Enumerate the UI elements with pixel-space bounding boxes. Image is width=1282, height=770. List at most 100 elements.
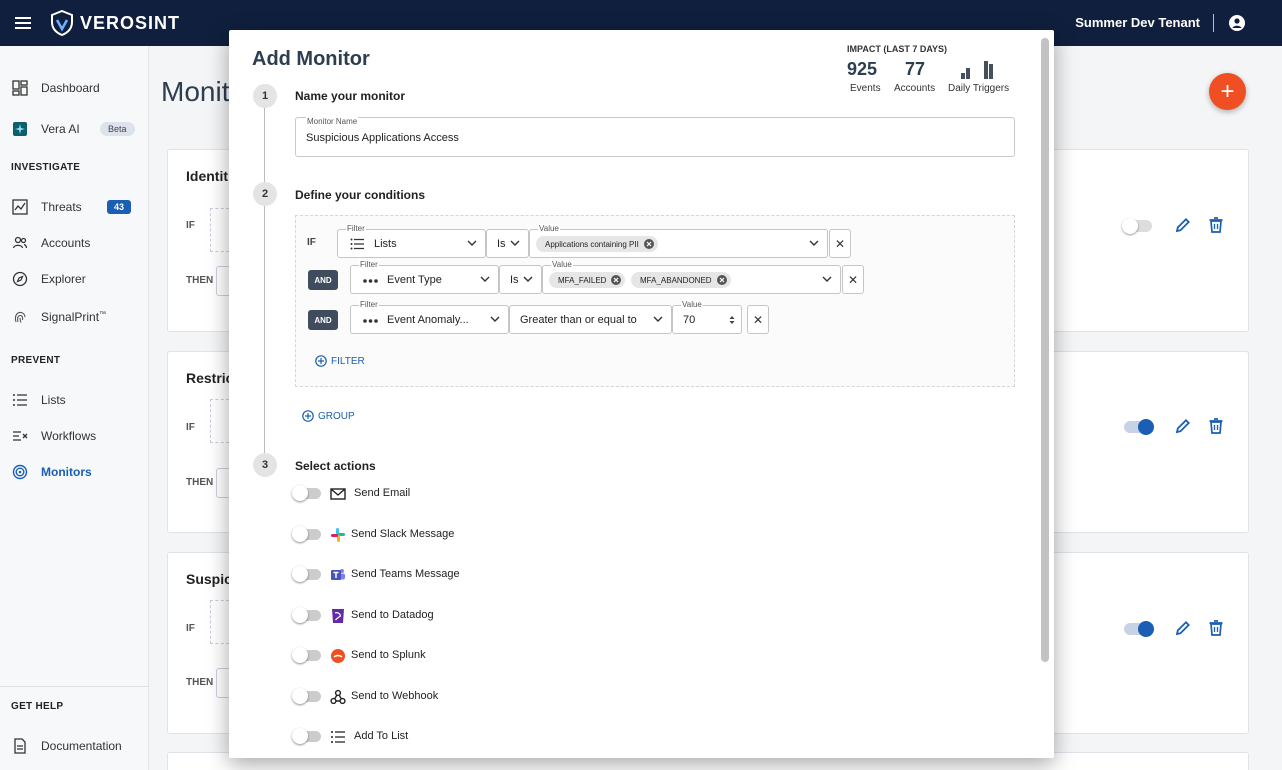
- card-title: Identit: [186, 168, 228, 184]
- filter-select[interactable]: Filter Lists: [337, 224, 486, 258]
- value-multiselect[interactable]: Value Applications containing PII: [529, 224, 828, 258]
- filter-select[interactable]: Filter Event Type: [350, 260, 499, 294]
- remove-filter-button[interactable]: ✕: [829, 229, 851, 258]
- number-value: 70: [683, 314, 696, 326]
- remove-filter-button[interactable]: ✕: [747, 305, 769, 334]
- value-multiselect[interactable]: Value MFA_FAILED MFA_ABANDONED: [542, 260, 841, 294]
- operator-select[interactable]: Greater than or equal to: [509, 305, 672, 334]
- chevron-down-icon: [523, 276, 533, 282]
- and-operator-pill[interactable]: AND: [308, 270, 338, 290]
- monitors-icon: [12, 464, 28, 480]
- sidebar-item-vera-ai[interactable]: Vera AI Beta: [0, 114, 149, 144]
- chevron-down-icon: [809, 240, 819, 246]
- sidebar-item-label: SignalPrint™: [41, 310, 106, 324]
- toggle-knob: [292, 688, 308, 704]
- help-divider: [0, 686, 149, 687]
- signalprint-label: SignalPrint: [41, 310, 100, 324]
- add-circle-icon: [315, 355, 327, 367]
- menu-icon[interactable]: [0, 0, 46, 46]
- edit-icon[interactable]: [1174, 619, 1192, 637]
- sidebar-item-label: Threats: [41, 200, 82, 214]
- shield-logo-icon: [51, 10, 73, 36]
- close-icon: ✕: [847, 272, 859, 287]
- datadog-icon: [332, 609, 344, 623]
- remove-filter-button[interactable]: ✕: [842, 265, 864, 294]
- dialog-scrollbar[interactable]: [1041, 38, 1049, 662]
- card-title: Restric: [186, 370, 234, 386]
- operator-select[interactable]: Is: [486, 229, 529, 258]
- list-icon: [350, 238, 364, 250]
- add-group-button[interactable]: GROUP: [302, 410, 355, 422]
- bar-chart-icon: [961, 61, 993, 79]
- sidebar-item-dashboard[interactable]: Dashboard: [0, 73, 149, 103]
- chevron-down-icon: [822, 276, 832, 282]
- monitor-toggle[interactable]: [1124, 419, 1154, 435]
- add-group-label: GROUP: [318, 410, 355, 422]
- sidebar-item-label: Monitors: [41, 465, 92, 479]
- sidebar-item-label: Documentation: [41, 739, 122, 753]
- remove-chip-icon[interactable]: [716, 275, 727, 285]
- sidebar-item-lists[interactable]: Lists: [0, 385, 149, 415]
- value-chip: MFA_ABANDONED: [631, 272, 731, 288]
- add-filter-button[interactable]: FILTER: [315, 355, 365, 367]
- sidebar-item-monitors[interactable]: Monitors: [0, 457, 149, 487]
- edit-icon[interactable]: [1174, 417, 1192, 435]
- and-operator-pill[interactable]: AND: [308, 310, 338, 330]
- compass-icon: [12, 271, 28, 287]
- value-number-input[interactable]: Value 70: [672, 300, 742, 334]
- card-if-label: IF: [186, 422, 195, 433]
- step-connector: [264, 106, 265, 462]
- filter-select[interactable]: Filter Event Anomaly...: [350, 300, 509, 334]
- filter-value: Event Type: [387, 274, 442, 286]
- fingerprint-icon: [14, 311, 26, 323]
- beta-badge: Beta: [100, 122, 135, 136]
- step-number: 3: [253, 453, 277, 477]
- sidebar-item-workflows[interactable]: Workflows: [0, 421, 149, 451]
- monitor-toggle[interactable]: [1124, 621, 1154, 637]
- monitor-toggle[interactable]: [1122, 218, 1152, 234]
- workflows-icon: [13, 431, 28, 441]
- trademark: ™: [99, 311, 107, 318]
- action-label: Add To List: [354, 730, 409, 742]
- action-label: Send Slack Message: [351, 528, 455, 540]
- splunk-icon: [331, 649, 345, 663]
- trash-icon[interactable]: [1208, 619, 1224, 637]
- action-label: Send Teams Message: [351, 568, 460, 580]
- action-toggle[interactable]: [292, 688, 321, 704]
- brand-logo[interactable]: VEROSINT: [50, 10, 180, 36]
- trash-icon[interactable]: [1208, 216, 1224, 234]
- sidebar-item-documentation[interactable]: Documentation: [0, 731, 149, 761]
- chevron-down-icon: [467, 240, 477, 246]
- action-toggle[interactable]: [292, 607, 321, 623]
- user-account-icon[interactable]: [1229, 15, 1245, 31]
- filter-label: Filter: [359, 300, 379, 310]
- action-toggle[interactable]: [292, 526, 321, 542]
- sidebar-item-threats[interactable]: Threats 43: [0, 192, 149, 222]
- action-toggle[interactable]: [292, 647, 321, 663]
- action-toggle[interactable]: [292, 566, 321, 582]
- remove-chip-icon[interactable]: [611, 275, 622, 285]
- tenant-selector[interactable]: Summer Dev Tenant: [1075, 15, 1200, 30]
- trash-icon[interactable]: [1208, 417, 1224, 435]
- step-number: 1: [253, 84, 277, 108]
- action-label: Send Email: [354, 487, 411, 499]
- webhook-icon: [330, 689, 346, 705]
- sidebar-item-signalprint[interactable]: SignalPrint™: [0, 302, 149, 332]
- remove-chip-icon[interactable]: [643, 239, 654, 249]
- toggle-knob: [292, 607, 308, 623]
- action-label: Send to Datadog: [351, 609, 434, 621]
- sidebar-item-explorer[interactable]: Explorer: [0, 264, 149, 294]
- operator-select[interactable]: Is: [499, 265, 542, 294]
- action-toggle[interactable]: [292, 728, 321, 744]
- operator-value: Greater than or equal to: [520, 314, 637, 326]
- plus-icon: +: [1220, 77, 1235, 105]
- card-then-label: THEN: [186, 275, 214, 286]
- sidebar-item-accounts[interactable]: Accounts: [0, 228, 149, 258]
- action-toggle[interactable]: [292, 485, 321, 501]
- edit-icon[interactable]: [1174, 216, 1192, 234]
- add-monitor-fab[interactable]: +: [1209, 73, 1246, 110]
- event-type-icon: [363, 279, 378, 283]
- stepper-icon[interactable]: [729, 315, 735, 325]
- threats-count-badge: 43: [107, 200, 132, 214]
- monitor-name-field[interactable]: Monitor Name Suspicious Applications Acc…: [295, 117, 1015, 157]
